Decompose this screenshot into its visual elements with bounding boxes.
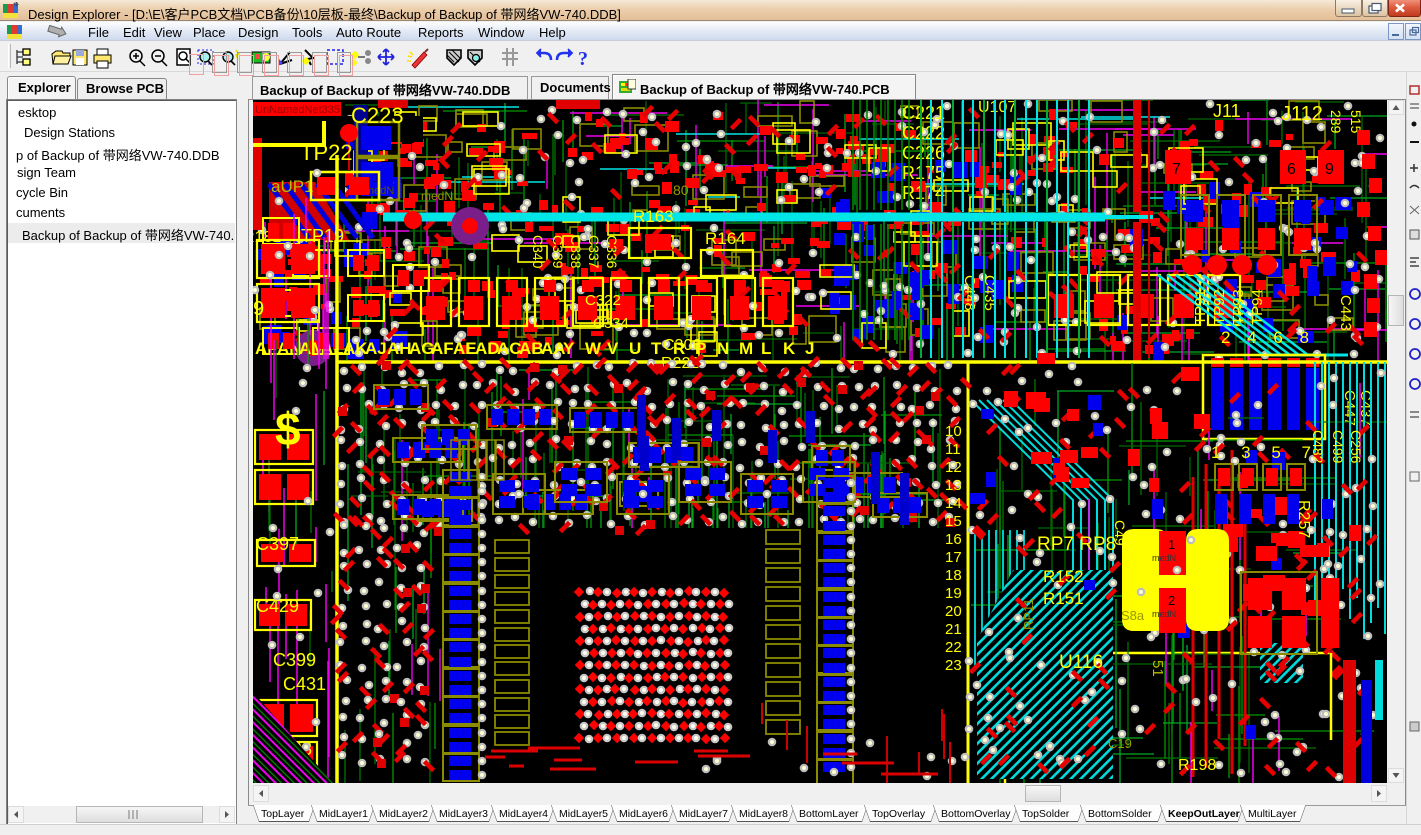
svg-text:15: 15 (945, 513, 962, 530)
svg-text:medN: medN (1152, 553, 1176, 563)
svg-text:C340: C340 (530, 235, 546, 269)
svg-text:TP92: TP92 (1211, 289, 1228, 325)
svg-text:C306: C306 (663, 337, 701, 354)
svg-text:C256: C256 (1348, 430, 1364, 464)
svg-text:C397: C397 (256, 534, 299, 554)
svg-text:S8a: S8a (1121, 608, 1145, 623)
svg-text:R163: R163 (633, 207, 674, 226)
svg-text:51: 51 (1149, 660, 1166, 677)
svg-text:22: 22 (945, 639, 962, 656)
svg-text:R152: R152 (1043, 567, 1084, 586)
svg-text:9: 9 (253, 298, 264, 320)
svg-text:AH: AH (387, 339, 412, 358)
svg-text:U116: U116 (1059, 652, 1103, 673)
svg-text:23: 23 (945, 657, 962, 674)
svg-text:medN: medN (1152, 609, 1176, 619)
svg-text:J: J (805, 339, 814, 358)
svg-text:6: 6 (1287, 161, 1296, 178)
svg-text:2: 2 (1168, 593, 1175, 608)
svg-text:13: 13 (945, 477, 962, 494)
svg-text:C399: C399 (273, 650, 316, 670)
svg-text:TP22: TP22 (300, 140, 353, 165)
svg-text:R257: R257 (1295, 500, 1312, 538)
svg-text:aUP1: aUP1 (271, 177, 314, 196)
svg-text:M: M (739, 339, 753, 358)
svg-text:20: 20 (945, 603, 962, 620)
svg-text:16: 16 (945, 531, 962, 548)
svg-text:2 4 6 8: 2 4 6 8 (1221, 328, 1315, 347)
svg-text:TP93: TP93 (1230, 289, 1247, 325)
svg-text:UnNamedNet335: UnNamedNet335 (255, 104, 340, 116)
svg-text:1 3 5 7: 1 3 5 7 (1211, 443, 1319, 462)
svg-text:J11: J11 (1213, 101, 1241, 121)
svg-text:medN: medN (421, 189, 453, 203)
svg-text:W: W (585, 339, 602, 358)
svg-text:17: 17 (945, 549, 962, 566)
svg-text:V: V (607, 339, 619, 358)
svg-text:80: 80 (673, 182, 689, 198)
svg-text:12: 12 (945, 459, 962, 476)
svg-text:RP7 RP8: RP7 RP8 (1037, 534, 1116, 555)
svg-text:C223: C223 (351, 103, 404, 128)
svg-text:C322: C322 (585, 292, 621, 309)
svg-text:AB: AB (519, 339, 544, 358)
svg-text:19: 19 (945, 585, 962, 602)
svg-text:21: 21 (945, 621, 962, 638)
svg-text:AD: AD (475, 339, 500, 358)
svg-text:18: 18 (945, 567, 962, 584)
svg-text:AF: AF (431, 339, 454, 358)
svg-text:C339: C339 (550, 235, 566, 269)
svg-text:9: 9 (1325, 161, 1334, 178)
svg-text:1: 1 (1168, 537, 1175, 552)
svg-text:C443: C443 (1337, 295, 1354, 331)
svg-text:C482: C482 (1310, 430, 1326, 464)
svg-text:C338: C338 (568, 235, 584, 269)
svg-text:AC: AC (497, 339, 522, 358)
svg-text:7: 7 (1172, 161, 1181, 178)
svg-text:K: K (783, 339, 796, 358)
svg-text:R164: R164 (705, 229, 746, 248)
svg-text:J112: J112 (1281, 103, 1323, 125)
svg-text:10: 10 (945, 423, 962, 440)
svg-text:AA: AA (541, 339, 566, 358)
svg-text:C337: C337 (586, 235, 602, 269)
svg-text:C334: C334 (593, 315, 629, 332)
svg-text:L: L (761, 339, 771, 358)
svg-text:289: 289 (1328, 110, 1344, 134)
svg-text:14: 14 (945, 495, 962, 512)
svg-text:C431: C431 (283, 674, 326, 694)
svg-text:C499: C499 (1330, 430, 1346, 464)
svg-text:N: N (717, 339, 729, 358)
svg-text:TP91: TP91 (1192, 289, 1209, 325)
svg-text:R151: R151 (1043, 589, 1084, 608)
svg-text:RP11: RP11 (1021, 598, 1036, 630)
svg-text:C19: C19 (1108, 736, 1132, 751)
svg-text:11: 11 (945, 441, 961, 458)
svg-text:C336: C336 (604, 235, 620, 269)
svg-text:R198: R198 (1178, 757, 1216, 774)
svg-text:C49: C49 (1112, 520, 1128, 546)
svg-text:Y: Y (563, 339, 575, 358)
svg-text:?: ? (578, 48, 588, 70)
svg-text:AE: AE (453, 339, 477, 358)
svg-text:AJ: AJ (365, 339, 387, 358)
svg-text:TP94: TP94 (1249, 289, 1266, 325)
svg-text:U: U (629, 339, 641, 358)
